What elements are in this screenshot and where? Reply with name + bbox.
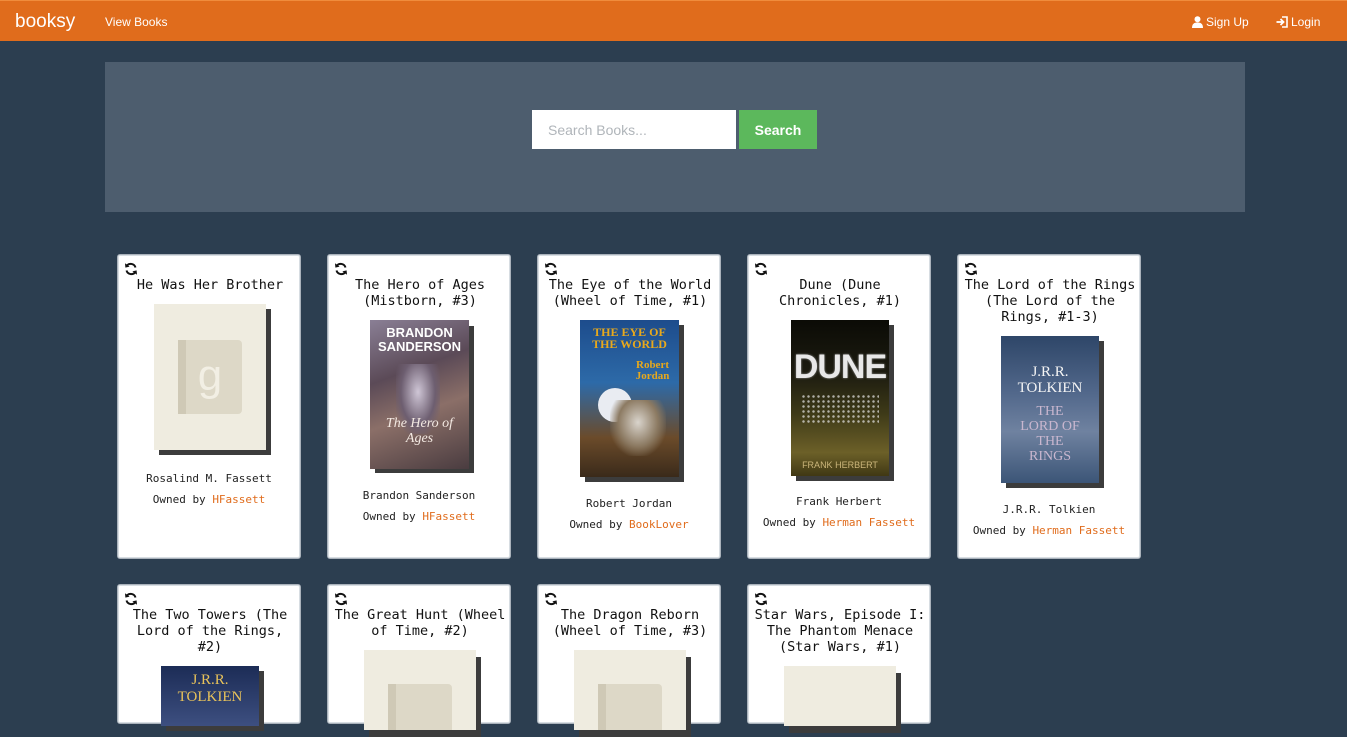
book-card[interactable]: The Hero of Ages (Mistborn, #3) BRANDON … — [327, 254, 511, 559]
owned-by-label: Owned by — [362, 510, 416, 523]
owned-by-label: Owned by — [972, 524, 1026, 537]
book-g-icon — [388, 684, 452, 730]
user-icon — [1192, 16, 1203, 28]
refresh-icon[interactable] — [334, 262, 348, 276]
cover-author: J.R.R. TOLKIEN — [177, 672, 243, 705]
book-author: Robert Jordan — [585, 497, 673, 510]
refresh-icon[interactable] — [544, 592, 558, 606]
owner-link[interactable]: BookLover — [629, 518, 689, 531]
book-owner: Owned by HFassett — [118, 493, 300, 506]
owned-by-label: Owned by — [762, 516, 816, 529]
goodreads-placeholder-cover — [364, 650, 476, 730]
book-card[interactable]: He Was Her Brother g Rosalind M. Fassett… — [117, 254, 301, 559]
sign-up-label: Sign Up — [1206, 15, 1249, 29]
book-owner: Owned by HFassett — [328, 510, 510, 523]
owner-link[interactable]: HFassett — [212, 493, 265, 506]
book-owner: Owned by Herman Fassett — [748, 516, 930, 529]
two-towers-cover: J.R.R. TOLKIEN — [161, 666, 259, 726]
hero-of-ages-cover: BRANDON SANDERSON The Hero of Ages — [370, 320, 469, 469]
login-icon — [1276, 16, 1288, 28]
cover-title: DUNE — [793, 348, 887, 386]
book-title[interactable]: The Great Hunt (Wheel of Time, #2) — [334, 607, 506, 639]
cover-title: THE EYE OF THE WORLD — [592, 325, 667, 351]
book-author: Brandon Sanderson — [362, 489, 476, 502]
book-title[interactable]: The Hero of Ages (Mistborn, #3) — [334, 277, 506, 309]
nav-view-books[interactable]: View Books — [105, 15, 167, 29]
book-card[interactable]: The Dragon Reborn (Wheel of Time, #3) — [537, 584, 721, 737]
nav-sign-up[interactable]: Sign Up — [1192, 15, 1249, 29]
book-title[interactable]: The Eye of the World (Wheel of Time, #1) — [544, 277, 716, 309]
book-card[interactable]: The Eye of the World (Wheel of Time, #1)… — [537, 254, 721, 559]
book-title[interactable]: The Dragon Reborn (Wheel of Time, #3) — [544, 607, 716, 639]
book-title[interactable]: Star Wars, Episode I: The Phantom Menace… — [754, 607, 926, 655]
owner-link[interactable]: HFassett — [422, 510, 475, 523]
book-card[interactable]: Star Wars, Episode I: The Phantom Menace… — [747, 584, 931, 733]
refresh-icon[interactable] — [334, 592, 348, 606]
navbar: booksy View Books Sign Up Login — [0, 0, 1347, 41]
goodreads-placeholder-cover — [574, 650, 686, 730]
cover-author: FRANK HERBERT — [802, 460, 878, 470]
goodreads-placeholder-cover — [784, 666, 896, 726]
login-label: Login — [1291, 15, 1321, 29]
search-button[interactable]: Search — [739, 110, 817, 149]
book-title[interactable]: The Two Towers (The Lord of the Rings, #… — [124, 607, 296, 655]
refresh-icon[interactable] — [754, 262, 768, 276]
brand-logo[interactable]: booksy — [15, 11, 75, 33]
book-owner: Owned by BookLover — [538, 518, 720, 531]
search-input[interactable] — [532, 110, 736, 149]
refresh-icon[interactable] — [754, 592, 768, 606]
eye-of-the-world-cover: THE EYE OF THE WORLD Robert Jordan — [580, 320, 679, 477]
book-title[interactable]: Dune (Dune Chronicles, #1) — [754, 277, 926, 309]
refresh-icon[interactable] — [124, 592, 138, 606]
book-owner: Owned by Herman Fassett — [958, 524, 1140, 537]
refresh-icon[interactable] — [124, 262, 138, 276]
book-author: J.R.R. Tolkien — [1002, 503, 1096, 516]
book-card[interactable]: The Great Hunt (Wheel of Time, #2) — [327, 584, 511, 737]
cover-author: J.R.R. TOLKIEN — [1017, 364, 1083, 396]
book-author: Rosalind M. Fassett — [146, 472, 272, 485]
cover-author: BRANDON SANDERSON — [377, 325, 462, 354]
book-card[interactable]: Dune (Dune Chronicles, #1) DUNE FRANK HE… — [747, 254, 931, 559]
svg-text:g: g — [198, 351, 222, 400]
book-card[interactable]: The Two Towers (The Lord of the Rings, #… — [117, 584, 301, 731]
goodreads-placeholder-cover: g — [154, 304, 266, 450]
owner-link[interactable]: Herman Fassett — [1032, 524, 1125, 537]
owned-by-label: Owned by — [569, 518, 623, 531]
cover-title: The Hero of Ages — [385, 416, 454, 446]
owner-link[interactable]: Herman Fassett — [822, 516, 915, 529]
dune-cover: DUNE FRANK HERBERT — [791, 320, 889, 476]
book-author: Frank Herbert — [795, 495, 883, 508]
book-card[interactable]: The Lord of the Rings (The Lord of the R… — [957, 254, 1141, 559]
cover-title: THE LORD OF THE RINGS — [1020, 404, 1080, 464]
refresh-icon[interactable] — [544, 262, 558, 276]
cover-author: Robert Jordan — [635, 359, 670, 382]
book-g-icon: g — [178, 340, 242, 414]
owned-by-label: Owned by — [152, 493, 206, 506]
book-title[interactable]: The Lord of the Rings (The Lord of the R… — [964, 277, 1136, 325]
refresh-icon[interactable] — [964, 262, 978, 276]
book-title[interactable]: He Was Her Brother — [124, 277, 296, 293]
lord-of-the-rings-cover: J.R.R. TOLKIEN THE LORD OF THE RINGS — [1001, 336, 1099, 483]
nav-login[interactable]: Login — [1276, 15, 1320, 29]
book-g-icon — [598, 684, 662, 730]
